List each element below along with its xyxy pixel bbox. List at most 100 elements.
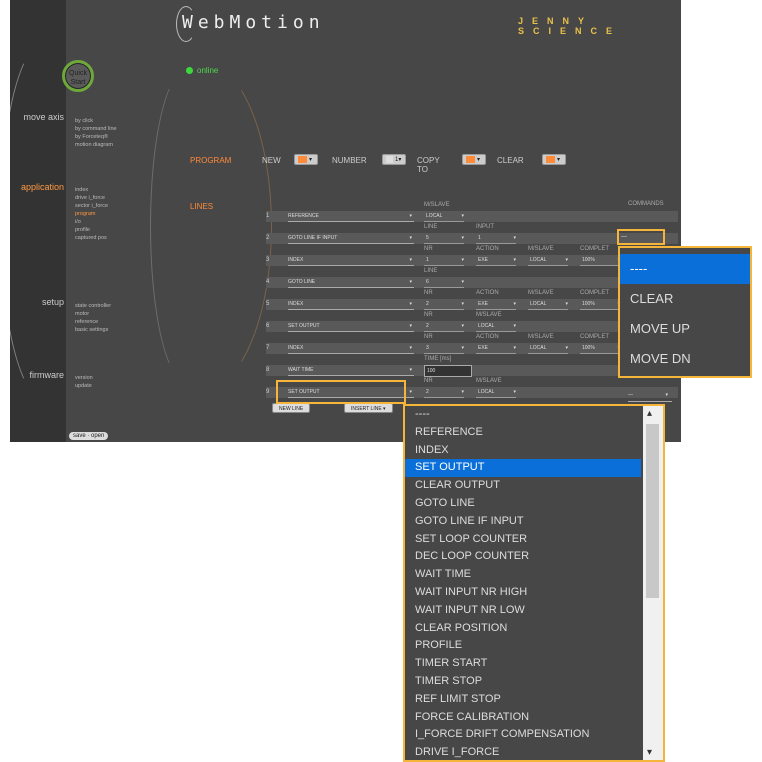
- line-command-text: SET OUTPUT: [288, 323, 320, 329]
- param-value-dropdown[interactable]: 100%▾: [580, 343, 620, 354]
- param-value-dropdown[interactable]: 2 ▾: [424, 299, 464, 310]
- nav-section-setup[interactable]: setup: [10, 297, 64, 307]
- line-command-dropdown[interactable]: REFERENCE ▾: [288, 212, 414, 222]
- nav-section-move-axis[interactable]: move axis: [10, 112, 64, 122]
- command-option[interactable]: CLEAR: [620, 284, 750, 314]
- command-type-dropdown-menu: ---- REFERENCE INDEX SET OUTPUT CLEAR OUTPUT…: [403, 404, 665, 762]
- command-type-option[interactable]: PROFILE: [405, 637, 641, 655]
- line9-commands-dropdown[interactable]: — ▾: [628, 392, 672, 402]
- command-type-option[interactable]: CLEAR OUTPUT: [405, 477, 641, 495]
- command-type-option[interactable]: REFERENCE: [405, 424, 641, 442]
- chevron-down-icon: ▾: [409, 213, 412, 219]
- command-type-option[interactable]: INDEX: [405, 442, 641, 460]
- line-command-text: GOTO LINE: [288, 279, 316, 285]
- param-value-dropdown[interactable]: 1 ▾: [424, 255, 464, 266]
- param-value-dropdown[interactable]: LOCAL ▾: [476, 321, 516, 332]
- command-option[interactable]: ----: [620, 254, 750, 284]
- clear-dropdown[interactable]: ▾: [542, 154, 566, 165]
- line-command-dropdown[interactable]: SET OUTPUT ▾: [288, 322, 414, 332]
- command-type-option[interactable]: REF LIMIT STOP: [405, 691, 641, 709]
- param-value-dropdown[interactable]: 2 ▾: [424, 387, 464, 398]
- chevron-down-icon: ▾: [513, 345, 516, 351]
- nav-item-profile[interactable]: profile: [75, 226, 108, 234]
- nav-item-state-controller[interactable]: state controller: [75, 302, 111, 310]
- nav-section-firmware[interactable]: firmware: [10, 370, 64, 380]
- new-program-dropdown[interactable]: ▾: [294, 154, 318, 165]
- save-open-button[interactable]: save · open: [69, 432, 109, 440]
- nav-item-by-click[interactable]: by click: [75, 117, 117, 125]
- command-type-option[interactable]: GOTO LINE IF INPUT: [405, 513, 641, 531]
- scroll-down-icon[interactable]: ▾: [647, 747, 652, 758]
- line-command-dropdown[interactable]: GOTO LINE IF INPUT ▾: [288, 234, 414, 244]
- dropdown-scrollbar[interactable]: ▴ ▾: [643, 406, 663, 760]
- param-value-dropdown[interactable]: EXE ▾: [476, 343, 516, 354]
- copy-to-dropdown[interactable]: ▾: [462, 154, 486, 165]
- param-value-dropdown[interactable]: LOCAL ▾: [528, 299, 568, 310]
- command-type-option[interactable]: WAIT INPUT NR LOW: [405, 602, 641, 620]
- insert-line-button[interactable]: INSERT LINE ▾: [344, 403, 393, 413]
- param-value-dropdown[interactable]: LOCAL ▾: [528, 343, 568, 354]
- nav-item-version[interactable]: version: [75, 374, 93, 382]
- param-value-dropdown[interactable]: 6 ▾: [424, 277, 464, 288]
- nav-item-sector-i-force[interactable]: sector i_force: [75, 202, 108, 210]
- new-line-button[interactable]: NEW LINE: [272, 403, 311, 413]
- command-option[interactable]: MOVE DN: [620, 344, 750, 374]
- command-type-option[interactable]: FORCE CALIBRATION: [405, 709, 641, 727]
- param-value-dropdown[interactable]: 100%▾: [580, 299, 620, 310]
- nav-item-program[interactable]: program: [75, 210, 108, 218]
- command-type-option[interactable]: TIMER START: [405, 655, 641, 673]
- scrollbar-thumb[interactable]: [646, 424, 659, 598]
- param-header: ACTION: [476, 290, 499, 296]
- param-value-dropdown[interactable]: EXE ▾: [476, 255, 516, 266]
- param-value-dropdown[interactable]: 2 ▾: [424, 321, 464, 332]
- line-command-dropdown[interactable]: WAIT TIME ▾: [288, 366, 414, 376]
- command-type-option[interactable]: ----: [405, 406, 641, 424]
- command-type-option[interactable]: GOTO LINE: [405, 495, 641, 513]
- param-value-dropdown[interactable]: LOCAL ▾: [476, 387, 516, 398]
- command-type-option[interactable]: TIMER STOP: [405, 673, 641, 691]
- command-option[interactable]: MOVE UP: [620, 314, 750, 344]
- nav-item-motion-diagram[interactable]: motion diagram: [75, 141, 117, 149]
- command-type-option[interactable]: SET LOOP COUNTER: [405, 531, 641, 549]
- param-value-dropdown[interactable]: 1 ▾: [476, 233, 516, 244]
- param-header: ACTION: [476, 246, 499, 252]
- command-type-option[interactable]: WAIT TIME: [405, 566, 641, 584]
- nav-section-application[interactable]: application: [10, 182, 64, 192]
- line-param: LINE 6 ▾: [424, 266, 464, 288]
- param-value-dropdown[interactable]: EXE ▾: [476, 299, 516, 310]
- nav-item-basic-settings[interactable]: basic settings: [75, 326, 111, 334]
- param-value-dropdown[interactable]: LOCAL ▾: [528, 255, 568, 266]
- command-type-option[interactable]: DEC LOOP COUNTER: [405, 548, 641, 566]
- quick-start-button[interactable]: Quick Start: [62, 60, 94, 92]
- line-param: NR 2 ▾: [424, 310, 464, 332]
- number-dropdown[interactable]: 1▾: [382, 154, 406, 165]
- highlight-line9-command: [276, 380, 406, 404]
- nav-item-index[interactable]: index: [75, 186, 108, 194]
- param-value-dropdown[interactable]: 3 ▾: [424, 343, 464, 354]
- command-type-option[interactable]: DRIVE I_FORCE: [405, 744, 641, 760]
- line-command-dropdown[interactable]: INDEX ▾: [288, 256, 414, 266]
- param-value: 2: [426, 389, 429, 395]
- nav-item-i-o[interactable]: i/o: [75, 218, 108, 226]
- nav-item-update[interactable]: update: [75, 382, 93, 390]
- webmotion-app: WebMotion JENNY SCIENCE Quick Start onli…: [10, 0, 681, 442]
- command-type-option[interactable]: CLEAR POSITION: [405, 620, 641, 638]
- command-type-option[interactable]: I_FORCE DRIFT COMPENSATION: [405, 726, 641, 744]
- nav-item-by-forceteq-[interactable]: by Forceteq®: [75, 133, 117, 141]
- param-value-dropdown[interactable]: 100%▾: [580, 255, 620, 266]
- nav-item-captured-pos[interactable]: captured pos: [75, 234, 108, 242]
- chevron-down-icon: ▾: [513, 389, 516, 395]
- line-command-dropdown[interactable]: INDEX ▾: [288, 344, 414, 354]
- command-type-option[interactable]: WAIT INPUT NR HIGH: [405, 584, 641, 602]
- line-command-dropdown[interactable]: GOTO LINE ▾: [288, 278, 414, 288]
- param-value-dropdown[interactable]: 5 ▾: [424, 233, 464, 244]
- nav-item-reference[interactable]: reference: [75, 318, 111, 326]
- scroll-up-icon[interactable]: ▴: [647, 408, 652, 419]
- nav-item-motor[interactable]: motor: [75, 310, 111, 318]
- param-value-dropdown[interactable]: LOCAL ▾: [424, 211, 464, 222]
- nav-item-drive-i-force[interactable]: drive i_force: [75, 194, 108, 202]
- chevron-down-icon: ▾: [409, 367, 412, 373]
- line-command-dropdown[interactable]: INDEX ▾: [288, 300, 414, 310]
- command-type-option[interactable]: SET OUTPUT: [405, 459, 641, 478]
- nav-item-by-command-line[interactable]: by command line: [75, 125, 117, 133]
